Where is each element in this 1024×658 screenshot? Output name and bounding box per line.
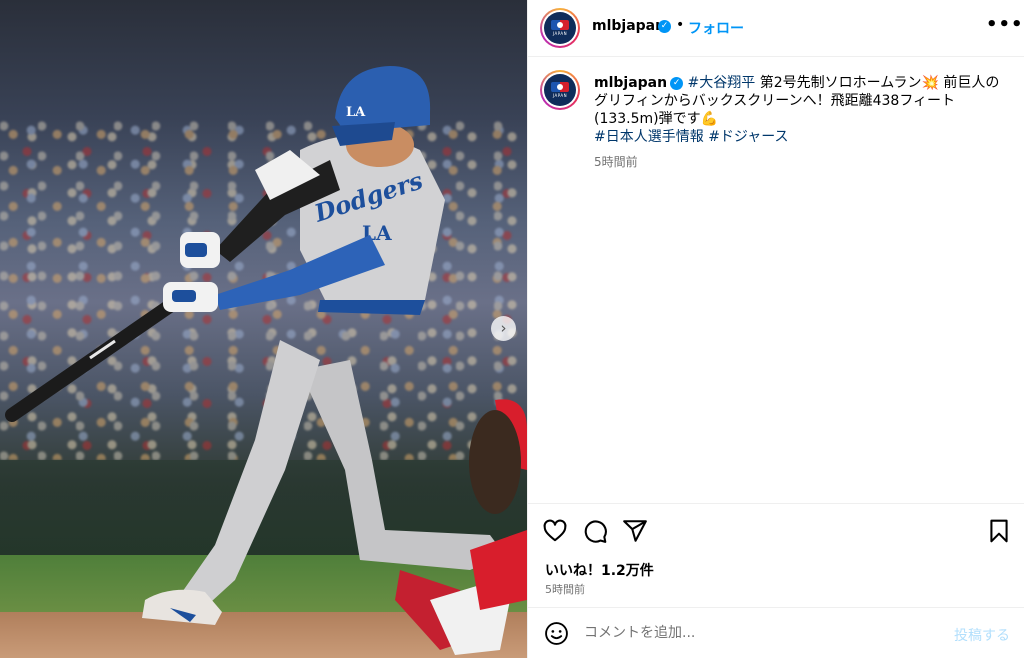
separator-dot: • [676,17,685,33]
next-arrow-icon: › [500,319,507,337]
comment-bar: 投稿する [528,607,1024,658]
post-header: JAPAN mlbjapan ✓ • フォロー ••• [528,0,1024,57]
front-leg [178,340,320,612]
like-count[interactable]: いいね！1.2万件 [545,560,654,580]
follow-button[interactable]: フォロー [688,18,744,38]
account-avatar[interactable]: JAPAN [540,8,580,48]
caption-timestamp: 5時間前 [594,155,638,169]
post-caption: mlbjapan ✓ #大谷翔平 第2号先制ソロホームラン💥 前巨人のグリフィンか… [594,74,1004,146]
helmet-logo: LA [346,105,366,120]
bookmark-icon[interactable] [986,518,1012,544]
mlb-logo-icon [551,82,569,92]
bat [5,285,197,422]
verified-badge-icon: ✓ [658,20,671,33]
heart-icon[interactable] [542,518,568,544]
comment-input[interactable] [584,622,944,644]
post-timestamp[interactable]: 5時間前 [545,581,585,597]
next-image-button[interactable]: › [491,316,516,341]
caption-username[interactable]: mlbjapan [594,75,667,91]
post-photo[interactable]: Dodgers LA LA › [0,0,527,658]
belt [318,300,425,315]
share-icon[interactable] [622,518,648,544]
emoji-icon[interactable] [544,621,569,646]
verified-badge-icon: ✓ [670,76,684,90]
caption-avatar[interactable]: JAPAN [540,70,580,110]
post-sidebar: JAPAN mlbjapan ✓ • フォロー ••• JAPAN mlbjap… [527,0,1024,658]
more-options-icon[interactable]: ••• [986,14,1024,35]
catcher-mitt [469,410,521,514]
hashtag-link[interactable]: #大谷翔平 [688,75,756,91]
batter-illustration: Dodgers LA LA [5,66,527,655]
post-comment-button[interactable]: 投稿する [954,625,1010,645]
mlb-logo-icon [551,20,569,30]
hashtag-link[interactable]: #日本人選手情報 [594,129,704,145]
comment-icon[interactable] [582,518,608,544]
helmet [335,66,431,132]
hashtag-link[interactable]: #ドジャース [708,129,788,145]
account-username[interactable]: mlbjapan [592,18,665,34]
action-bar: いいね！1.2万件 5時間前 [528,503,1024,607]
